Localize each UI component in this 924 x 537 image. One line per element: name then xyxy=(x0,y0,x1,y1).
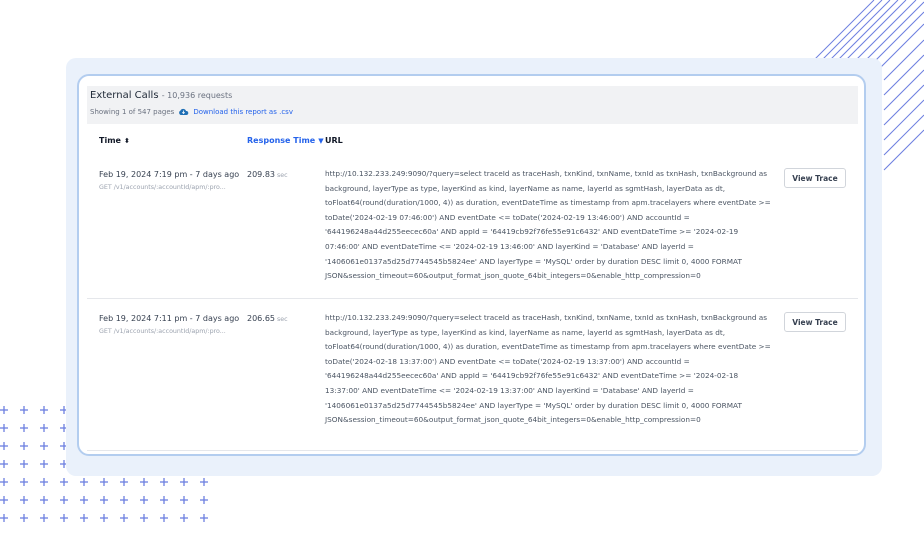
url-cell: http://10.132.233.249:9090/?query=select… xyxy=(325,313,771,425)
column-header-time[interactable]: Time ⬍ xyxy=(99,136,130,145)
title-text: External Calls xyxy=(90,90,159,101)
response-time-cell: 209.83 sec xyxy=(247,170,288,179)
response-value: 209.83 xyxy=(247,170,275,179)
response-value: 206.65 xyxy=(247,314,275,323)
column-header-response-time[interactable]: Response Time ▼ xyxy=(247,136,324,145)
response-header-label: Response Time xyxy=(247,136,316,145)
url-cell: http://10.132.233.249:9090/?query=select… xyxy=(325,169,771,281)
download-csv-link[interactable]: Download this report as .csv xyxy=(193,108,293,116)
response-unit: sec xyxy=(277,172,288,179)
endpoint: GET /v1/accounts/:accountId/apm/:pro... xyxy=(99,184,226,191)
cloud-download-icon[interactable] xyxy=(178,108,189,116)
time-header-label: Time xyxy=(99,136,121,145)
table-row: Feb 19, 2024 7:19 pm - 7 days ago GET /v… xyxy=(87,156,858,299)
column-header-url: URL xyxy=(325,136,343,145)
view-trace-button[interactable]: View Trace xyxy=(784,168,846,188)
external-calls-panel: External Calls - 10,936 requests Showing… xyxy=(77,74,866,456)
endpoint: GET /v1/accounts/:accountId/apm/:pro... xyxy=(99,328,226,335)
time-cell: Feb 19, 2024 7:19 pm - 7 days ago GET /v… xyxy=(99,170,239,191)
timestamp: Feb 19, 2024 7:19 pm - 7 days ago xyxy=(99,170,240,179)
timestamp: Feb 19, 2024 7:11 pm - 7 days ago xyxy=(99,314,240,323)
table-header: Time ⬍ Response Time ▼ URL xyxy=(87,126,858,157)
table-row: Feb 19, 2024 7:11 pm - 7 days ago GET /v… xyxy=(87,300,858,451)
sort-desc-icon: ▼ xyxy=(318,137,324,145)
response-unit: sec xyxy=(277,316,288,323)
panel-title: External Calls - 10,936 requests xyxy=(90,90,232,101)
response-time-cell: 206.65 sec xyxy=(247,314,288,323)
request-count: - 10,936 requests xyxy=(161,91,233,100)
panel-header: External Calls - 10,936 requests Showing… xyxy=(87,86,858,124)
pagination-info: Showing 1 of 547 pages Download this rep… xyxy=(90,108,293,116)
sort-both-icon: ⬍ xyxy=(123,137,130,145)
pages-text: Showing 1 of 547 pages xyxy=(90,108,175,116)
view-trace-button[interactable]: View Trace xyxy=(784,312,846,332)
time-cell: Feb 19, 2024 7:11 pm - 7 days ago GET /v… xyxy=(99,314,239,335)
